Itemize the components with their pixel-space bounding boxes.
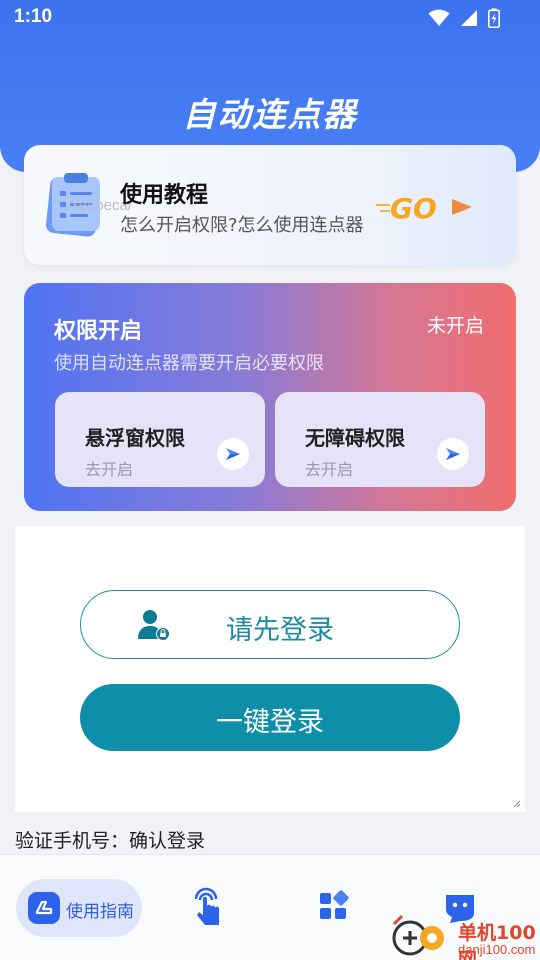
status-icons xyxy=(428,8,500,28)
verify-phone-text: 验证手机号：确认登录 xyxy=(15,830,206,852)
floating-window-permission-action: 去开启 xyxy=(85,460,134,479)
tutorial-title: 使用教程 xyxy=(120,183,209,208)
send-arrow-icon xyxy=(437,438,469,470)
permission-card: 权限开启 未开启 使用自动连点器需要开启必要权限 悬浮窗权限 去开启 无障碍权限… xyxy=(24,283,516,511)
go-arrow-icon: GO xyxy=(376,192,472,225)
one-click-login-button[interactable]: 一键登录 xyxy=(80,684,460,751)
touch-icon xyxy=(194,887,219,925)
tutorial-card[interactable]: Yeebeca/ 使用教程 怎么开启权限?怎么使用连点器 GO xyxy=(24,145,516,265)
permission-subtitle: 使用自动连点器需要开启必要权限 xyxy=(54,353,324,374)
accessibility-permission-action: 去开启 xyxy=(305,460,354,479)
resize-grip-icon[interactable] xyxy=(512,799,521,808)
accessibility-permission-label: 无障碍权限 xyxy=(305,426,405,450)
wifi-icon xyxy=(428,9,450,26)
guide-icon xyxy=(28,892,60,924)
apps-grid-icon xyxy=(320,890,349,919)
accessibility-permission-button[interactable]: 无障碍权限 去开启 xyxy=(275,392,485,487)
logo-text-en: danji100.com xyxy=(458,942,536,957)
nav-item-touch[interactable] xyxy=(186,885,230,929)
send-arrow-icon xyxy=(217,438,249,470)
please-login-label: 请先登录 xyxy=(226,615,334,646)
status-time: 1:10 xyxy=(14,6,53,27)
tutorial-subtitle: 怎么开启权限?怎么使用连点器 xyxy=(120,215,364,236)
signal-icon xyxy=(461,10,477,26)
app-title: 自动连点器 xyxy=(182,95,358,134)
nav-item-guide[interactable]: 使用指南 xyxy=(16,879,142,937)
floating-window-permission-label: 悬浮窗权限 xyxy=(85,426,185,450)
nav-item-apps[interactable] xyxy=(312,885,356,929)
go-badge-text: GO xyxy=(390,192,437,225)
status-bar: 1:10 xyxy=(0,0,540,36)
nav-guide-label: 使用指南 xyxy=(66,902,134,922)
permission-title: 权限开启 xyxy=(54,319,143,344)
one-click-login-label: 一键登录 xyxy=(216,707,324,738)
permission-status: 未开启 xyxy=(426,315,484,337)
floating-window-permission-button[interactable]: 悬浮窗权限 去开启 xyxy=(55,392,265,487)
battery-icon xyxy=(488,8,500,28)
please-login-button[interactable]: 请先登录 xyxy=(80,590,460,659)
login-panel: 请先登录 一键登录 xyxy=(15,526,525,812)
